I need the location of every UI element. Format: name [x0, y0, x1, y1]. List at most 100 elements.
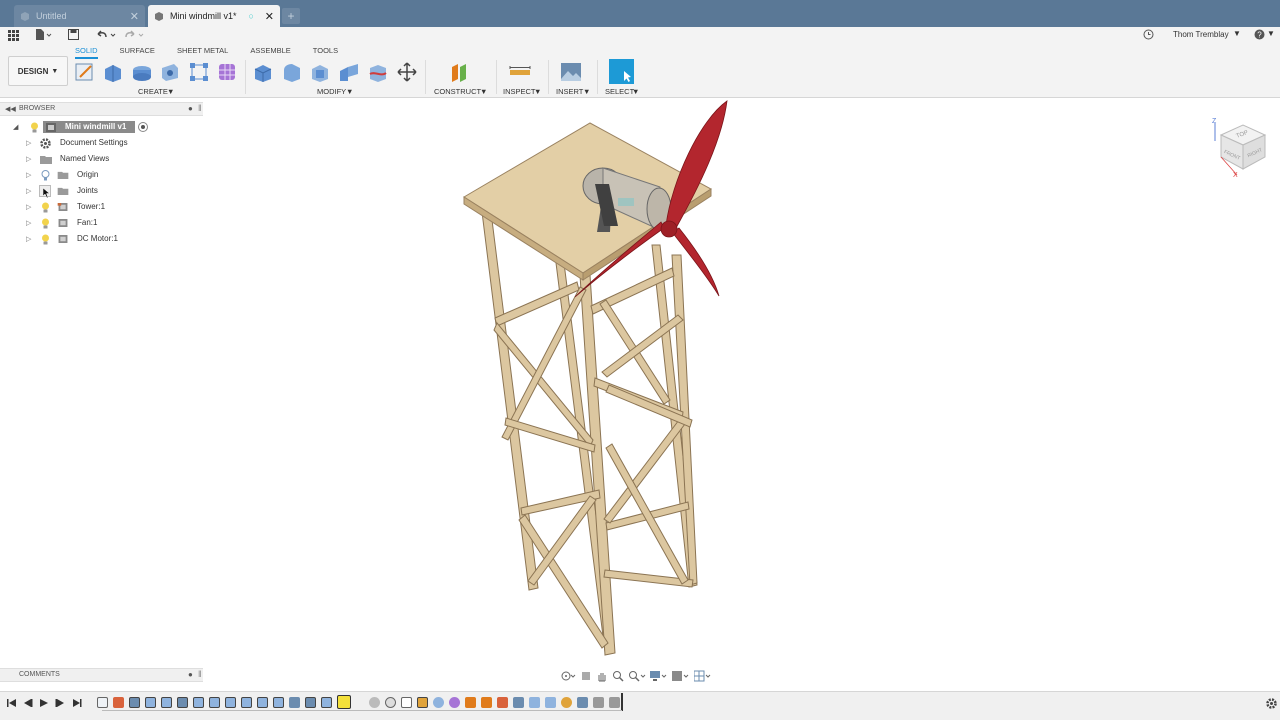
chevron-down-icon[interactable]: ▼	[346, 87, 353, 96]
expand-arrow-icon[interactable]: ▷	[26, 219, 31, 227]
fast-forward-icon[interactable]	[72, 698, 82, 708]
timeline-feature-joint[interactable]	[609, 697, 620, 708]
timeline-feature-body[interactable]	[385, 697, 396, 708]
browser-item-document-settings[interactable]: ▷ Document Settings	[0, 136, 203, 150]
timeline-feature-pattern[interactable]	[545, 697, 556, 708]
timeline-feature-extrude[interactable]	[129, 697, 140, 708]
display-settings-icon[interactable]	[650, 670, 668, 682]
redo-icon[interactable]	[124, 29, 146, 41]
timeline-feature-extrude[interactable]	[321, 697, 332, 708]
chevron-down-icon[interactable]: ▼	[1267, 29, 1275, 38]
pin-icon[interactable]: ●	[188, 104, 193, 113]
fillet-icon[interactable]	[281, 61, 303, 83]
press-pull-icon[interactable]	[252, 61, 274, 83]
expand-arrow-icon[interactable]: ◢	[13, 123, 18, 131]
gear-icon[interactable]	[1266, 698, 1277, 709]
visibility-bulb-icon[interactable]	[41, 202, 50, 213]
extrude-icon[interactable]	[102, 61, 124, 83]
grid-settings-icon[interactable]	[672, 670, 690, 682]
form-icon[interactable]	[216, 61, 238, 83]
sketch-icon[interactable]	[74, 61, 96, 83]
shell-icon[interactable]	[338, 61, 360, 83]
expand-arrow-icon[interactable]: ▷	[26, 203, 31, 211]
timeline-feature-joint[interactable]	[481, 697, 492, 708]
timeline-feature-pattern[interactable]	[529, 697, 540, 708]
close-icon[interactable]: ✕	[265, 10, 274, 23]
play-icon[interactable]	[39, 698, 49, 708]
tab-assemble[interactable]: ASSEMBLE	[250, 46, 290, 59]
timeline-feature-body[interactable]	[369, 697, 380, 708]
clock-icon[interactable]	[1143, 29, 1154, 40]
timeline-feature-extrude[interactable]	[241, 697, 252, 708]
fit-icon[interactable]	[628, 670, 646, 682]
inspect-menu[interactable]: INSPECT	[503, 87, 536, 96]
timeline-feature-body[interactable]	[401, 697, 412, 708]
help-icon[interactable]: ?	[1254, 29, 1265, 40]
browser-root[interactable]: ◢ Mini windmill v1	[0, 120, 203, 134]
visibility-bulb-icon[interactable]	[41, 218, 50, 229]
expand-arrow-icon[interactable]: ▷	[26, 139, 31, 147]
split-body-icon[interactable]	[367, 61, 389, 83]
select-menu[interactable]: SELECT	[605, 87, 634, 96]
tab-untitled[interactable]: Untitled ✕	[14, 5, 145, 27]
new-tab-button[interactable]: +	[282, 8, 300, 24]
resize-handle[interactable]: ‖	[198, 669, 202, 679]
step-forward-icon[interactable]	[55, 698, 65, 708]
browser-item-joints[interactable]: ▷ Joints	[0, 184, 203, 198]
visibility-bulb-icon[interactable]	[41, 234, 50, 245]
chamfer-icon[interactable]	[309, 61, 331, 83]
insert-image-icon[interactable]	[560, 61, 582, 83]
pattern-icon[interactable]	[188, 61, 210, 83]
file-icon[interactable]	[35, 29, 53, 41]
tab-sheet-metal[interactable]: SHEET METAL	[177, 46, 228, 59]
timeline-feature-move[interactable]	[289, 697, 300, 708]
hole-icon[interactable]	[159, 61, 181, 83]
timeline-feature-extrude[interactable]	[209, 697, 220, 708]
timeline-feature-sketch[interactable]	[417, 697, 428, 708]
timeline-feature-form[interactable]	[449, 697, 460, 708]
browser-item-fan[interactable]: ▷ Fan:1	[0, 216, 203, 230]
collapse-icon[interactable]: ◀◀	[5, 105, 16, 113]
timeline-feature-joint[interactable]	[497, 697, 508, 708]
expand-arrow-icon[interactable]: ▷	[26, 155, 31, 163]
tab-tools[interactable]: TOOLS	[313, 46, 338, 59]
move-icon[interactable]	[396, 61, 418, 83]
windmill-model[interactable]	[203, 99, 1280, 682]
create-menu[interactable]: CREATE	[138, 87, 168, 96]
measure-icon[interactable]	[509, 61, 531, 83]
step-back-icon[interactable]	[23, 698, 33, 708]
chevron-down-icon[interactable]: ▼	[583, 87, 590, 96]
timeline-feature-sketch[interactable]	[305, 697, 316, 708]
timeline-feature-extrude[interactable]	[257, 697, 268, 708]
radio-icon[interactable]	[138, 122, 148, 132]
close-icon[interactable]: ✕	[130, 10, 139, 23]
expand-arrow-icon[interactable]: ▷	[26, 187, 31, 195]
timeline-feature-move[interactable]	[513, 697, 524, 708]
canvas-viewport[interactable]: TOP FRONT RIGHT Z X	[203, 99, 1280, 682]
timeline-feature-joint[interactable]	[593, 697, 604, 708]
expand-arrow-icon[interactable]: ▷	[26, 171, 31, 179]
visibility-bulb-icon[interactable]	[30, 122, 39, 133]
workspace-switcher[interactable]: DESIGN ▼	[8, 56, 68, 86]
undo-icon[interactable]	[96, 29, 118, 41]
orbit-icon[interactable]	[560, 670, 576, 682]
timeline-feature-extrude[interactable]	[193, 697, 204, 708]
revolve-icon[interactable]	[131, 61, 153, 83]
timeline-feature-sketch[interactable]	[97, 697, 108, 708]
timeline-feature-extrude[interactable]	[225, 697, 236, 708]
browser-item-origin[interactable]: ▷ Origin	[0, 168, 203, 182]
browser-item-named-views[interactable]: ▷ Named Views	[0, 152, 203, 166]
chevron-down-icon[interactable]: ▼	[632, 87, 639, 96]
timeline-feature-extrude[interactable]	[145, 697, 156, 708]
resize-handle[interactable]: ‖	[198, 103, 202, 113]
tab-mini-windmill[interactable]: Mini windmill v1* ○ ✕	[148, 5, 280, 27]
timeline-feature-joint[interactable]	[561, 697, 572, 708]
user-name[interactable]: Thom Tremblay	[1173, 30, 1229, 39]
select-icon[interactable]	[609, 59, 634, 84]
browser-item-tower[interactable]: ▷ Tower:1	[0, 200, 203, 214]
timeline-feature-joint[interactable]	[465, 697, 476, 708]
save-icon[interactable]	[68, 29, 79, 40]
timeline-feature-revolve[interactable]	[433, 697, 444, 708]
look-at-icon[interactable]	[580, 670, 592, 682]
insert-menu[interactable]: INSERT	[556, 87, 583, 96]
